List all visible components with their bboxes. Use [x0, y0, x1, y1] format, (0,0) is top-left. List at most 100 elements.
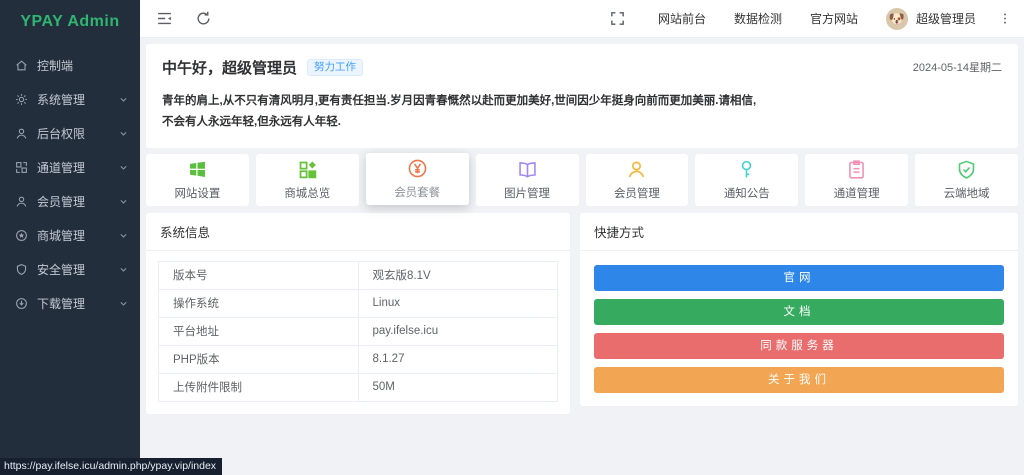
fullscreen-icon[interactable] [609, 10, 626, 27]
link-official-site[interactable]: 官方网站 [810, 10, 858, 27]
info-value: 50M [357, 372, 558, 402]
download-circle-icon [15, 297, 28, 310]
quick-links-panel: 快捷方式 官网 文档 同款服务器 关于我们 [580, 212, 1018, 406]
feature-card-site-settings[interactable]: 网站设置 [146, 153, 249, 206]
info-label: 操作系统 [158, 288, 359, 318]
current-date: 2024-05-14星期二 [912, 62, 1002, 74]
table-row: 版本号 观玄版8.1V [158, 260, 558, 290]
user-name[interactable]: 超级管理员 [916, 10, 976, 27]
sidebar-item-label: 控制端 [37, 58, 74, 73]
feature-card-image-management[interactable]: 图片管理 [475, 153, 579, 206]
windows-grid-icon [187, 159, 208, 180]
feature-card-member-packages[interactable]: 会员套餐 [365, 152, 469, 205]
gear-icon [15, 93, 28, 106]
feature-card-label: 通知公告 [723, 187, 770, 200]
info-value: 8.1.27 [357, 344, 558, 374]
top-bar: 网站前台 数据检测 官方网站 🐶 超级管理员 [140, 0, 1024, 38]
chevron-down-icon [119, 163, 128, 172]
feature-card-label: 图片管理 [504, 187, 551, 200]
browser-status-url: https://pay.ifelse.icu/admin.php/ypay.vi… [0, 458, 223, 475]
main-area: 网站前台 数据检测 官方网站 🐶 超级管理员 中午好，超级管理员 努力工作 20… [140, 0, 1024, 475]
sidebar-item-label: 商城管理 [37, 228, 86, 243]
content: 中午好，超级管理员 努力工作 2024-05-14星期二 青年的肩上,从不只有清… [140, 38, 1024, 475]
chevron-down-icon [119, 129, 128, 138]
info-value: Linux [357, 288, 558, 318]
sidebar-item-system[interactable]: 系统管理 [0, 82, 140, 116]
chevron-down-icon [119, 265, 128, 274]
user-avatar[interactable]: 🐶 [885, 7, 908, 30]
quick-links-title: 快捷方式 [580, 213, 1018, 251]
user-icon [15, 127, 28, 140]
feature-card-channel-management[interactable]: 通道管理 [805, 153, 909, 206]
collapse-menu-icon[interactable] [156, 10, 173, 27]
info-value: 观玄版8.1V [357, 260, 558, 290]
system-info-panel: 系统信息 版本号 观玄版8.1V 操作系统 Linux 平台地址 pay.ife… [146, 212, 570, 414]
person-icon [626, 159, 647, 180]
yen-circle-icon [407, 158, 428, 179]
feature-card-label: 通道管理 [833, 187, 880, 200]
sidebar-item-admin-permissions[interactable]: 后台权限 [0, 116, 140, 150]
more-vertical-icon[interactable] [998, 10, 1012, 27]
sidebar-item-members[interactable]: 会员管理 [0, 184, 140, 218]
info-value: pay.ifelse.icu [357, 316, 558, 346]
sidebar-item-label: 系统管理 [37, 92, 86, 107]
table-row: PHP版本 8.1.27 [158, 344, 558, 374]
greeting-title: 中午好，超级管理员 [162, 60, 298, 77]
book-icon [517, 159, 538, 180]
feature-card-member-management[interactable]: 会员管理 [585, 153, 689, 206]
link-site-front[interactable]: 网站前台 [658, 10, 706, 27]
refresh-icon[interactable] [195, 10, 212, 27]
feature-card-label: 网站设置 [174, 187, 221, 200]
star-circle-icon [15, 229, 28, 242]
daily-quote: 青年的肩上,从不只有清风明月,更有责任担当.岁月因青春慨然以赴而更加美好,世间因… [162, 95, 757, 129]
sidebar: YPAY Admin 控制端 系统管理 后台权限 通道管理 会员管理 商城管理 … [0, 0, 140, 475]
channel-grid-icon [15, 161, 28, 174]
home-icon [15, 59, 28, 72]
about-us-button[interactable]: 关于我们 [594, 366, 1004, 393]
info-label: 版本号 [158, 260, 359, 290]
shield-check-icon [956, 159, 977, 180]
feature-card-mall-overview[interactable]: 商城总览 [255, 153, 359, 206]
sidebar-item-security[interactable]: 安全管理 [0, 252, 140, 286]
table-row: 操作系统 Linux [158, 288, 558, 318]
sidebar-item-label: 下载管理 [37, 296, 86, 311]
chevron-down-icon [119, 231, 128, 240]
app-logo: YPAY Admin [20, 13, 120, 30]
sidebar-item-dashboard[interactable]: 控制端 [0, 48, 140, 82]
feature-card-row: 网站设置 商城总览 会员套餐 图片管理 会员管理 通知公告 通道管理 云端地域 [146, 152, 1018, 206]
system-info-table: 版本号 观玄版8.1V 操作系统 Linux 平台地址 pay.ifelse.i… [158, 260, 558, 402]
info-label: 平台地址 [158, 316, 359, 346]
sidebar-item-label: 通道管理 [37, 160, 86, 175]
sidebar-item-mall[interactable]: 商城管理 [0, 218, 140, 252]
chevron-down-icon [119, 95, 128, 104]
dog-avatar-icon: 🐶 [888, 10, 906, 26]
feature-card-label: 云端地域 [943, 187, 990, 200]
greeting-card: 中午好，超级管理员 努力工作 2024-05-14星期二 青年的肩上,从不只有清… [146, 44, 1018, 148]
official-site-button[interactable]: 官网 [594, 264, 1004, 291]
work-hard-badge: 努力工作 [307, 59, 364, 76]
feature-card-announcements[interactable]: 通知公告 [695, 153, 799, 206]
chevron-down-icon [119, 299, 128, 308]
sidebar-item-downloads[interactable]: 下载管理 [0, 286, 140, 320]
sidebar-item-label: 后台权限 [37, 126, 86, 141]
chevron-down-icon [119, 197, 128, 206]
system-info-title: 系统信息 [146, 213, 570, 251]
table-row: 平台地址 pay.ifelse.icu [158, 316, 558, 346]
shield-icon [15, 263, 28, 276]
sidebar-item-channels[interactable]: 通道管理 [0, 150, 140, 184]
feature-card-cloud-regions[interactable]: 云端地域 [915, 153, 1018, 206]
table-row: 上传附件限制 50M [158, 372, 558, 402]
sidebar-item-label: 会员管理 [37, 194, 86, 209]
sidebar-item-label: 安全管理 [37, 262, 86, 277]
same-server-button[interactable]: 同款服务器 [594, 332, 1004, 359]
clipboard-icon [846, 159, 867, 180]
info-label: 上传附件限制 [158, 372, 359, 402]
key-icon [736, 159, 757, 180]
info-label: PHP版本 [158, 344, 359, 374]
panels-row: 系统信息 版本号 观玄版8.1V 操作系统 Linux 平台地址 pay.ife… [146, 212, 1018, 414]
feature-card-label: 会员管理 [613, 187, 660, 200]
link-data-check[interactable]: 数据检测 [734, 10, 782, 27]
feature-card-label: 商城总览 [284, 187, 331, 200]
docs-button[interactable]: 文档 [594, 298, 1004, 325]
user-icon [15, 195, 28, 208]
